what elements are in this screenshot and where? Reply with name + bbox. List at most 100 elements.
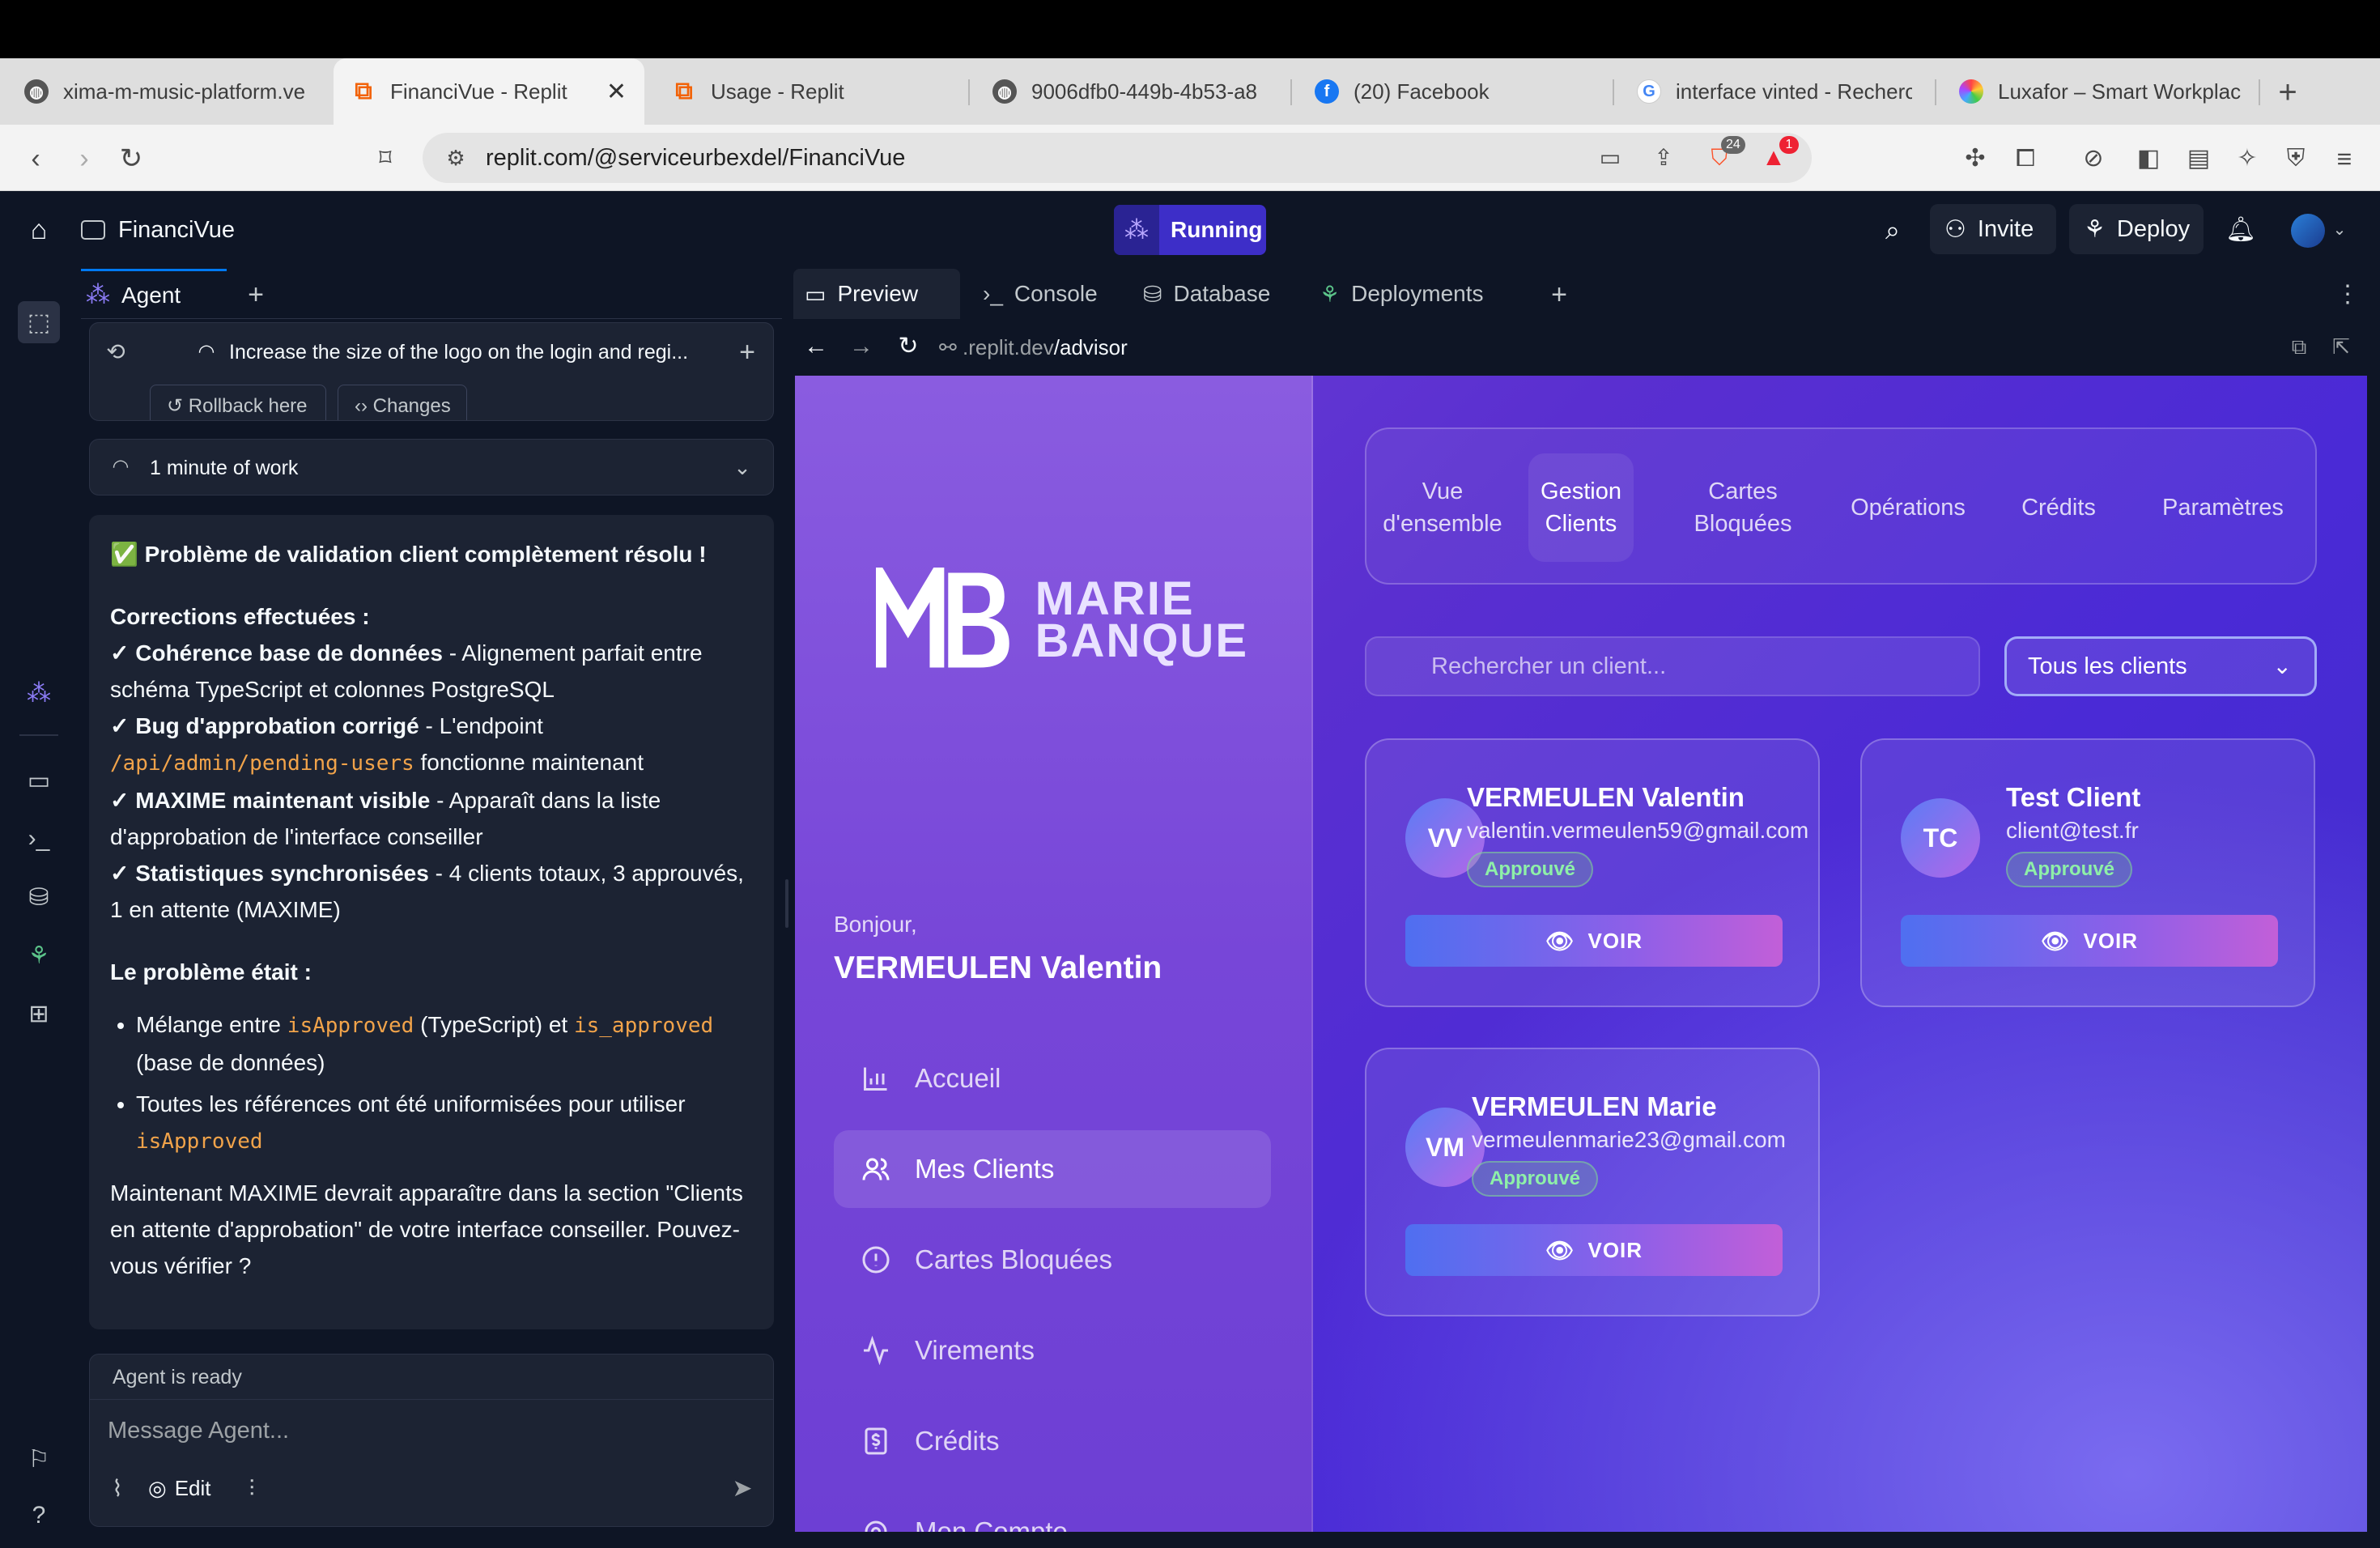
voir-button[interactable]: 👁︎ VOIR bbox=[1405, 915, 1783, 967]
rollback-button[interactable]: ↺ Rollback here bbox=[150, 385, 326, 420]
extensions-icon[interactable]: ✣ bbox=[1959, 144, 1991, 173]
whats-new-icon[interactable]: ⚐ bbox=[18, 1438, 60, 1480]
message-input[interactable]: Message Agent... bbox=[108, 1408, 755, 1453]
reload-icon[interactable]: ↻ bbox=[115, 144, 147, 173]
browser-tab[interactable]: ⧉ Usage - Replit bbox=[672, 58, 947, 125]
voir-button[interactable]: 👁︎ VOIR bbox=[1901, 915, 2278, 967]
sidebar-item-virements[interactable]: Virements bbox=[834, 1312, 1271, 1389]
activity-icon bbox=[864, 1336, 888, 1365]
rewards-badge: 1 bbox=[1779, 136, 1799, 154]
new-chat-icon[interactable]: + bbox=[731, 336, 763, 368]
tab-operations[interactable]: Opérations bbox=[1839, 429, 1977, 586]
search-icon[interactable]: ⌕ bbox=[1876, 215, 1909, 245]
tab-line: Cartes bbox=[1708, 478, 1778, 504]
correction-item: ✓ Cohérence base de données - Alignement… bbox=[110, 635, 753, 708]
console-icon[interactable]: ›_ bbox=[18, 818, 60, 860]
menu-icon[interactable]: ≡ bbox=[2328, 144, 2361, 173]
preview-icon[interactable]: ▭ bbox=[18, 759, 60, 802]
deployments-icon[interactable]: ⚘ bbox=[18, 934, 60, 976]
rollback-label: Rollback here bbox=[188, 395, 308, 417]
agent-icon[interactable]: ⁂ bbox=[18, 672, 60, 714]
tab-agent[interactable]: ⁂ Agent bbox=[81, 269, 227, 319]
database-icon[interactable]: ⛁ bbox=[18, 876, 60, 918]
edit-mode-button[interactable]: ◎ Edit bbox=[148, 1471, 211, 1505]
new-tab-icon[interactable]: + bbox=[2272, 76, 2304, 108]
browser-tab[interactable]: G interface vinted - Recherch bbox=[1637, 58, 1912, 125]
forward-icon[interactable]: → bbox=[847, 332, 876, 361]
settings-sliders-icon[interactable]: ⫶ bbox=[237, 1474, 266, 1503]
gauge-icon: ◠ bbox=[198, 341, 215, 363]
tab-database[interactable]: ⛁ Database bbox=[1132, 269, 1302, 319]
speedreader-icon[interactable]: ⊘ bbox=[2077, 144, 2110, 173]
chevron-down-icon[interactable]: ⌄ bbox=[729, 454, 755, 480]
cast-icon[interactable]: ▭ bbox=[1596, 144, 1624, 172]
files-toggle-icon[interactable]: ⬚ bbox=[18, 301, 60, 343]
sidebar-icon[interactable]: ◧ bbox=[2132, 144, 2165, 173]
new-tab-icon[interactable]: + bbox=[1543, 279, 1575, 311]
leo-ai-icon[interactable]: ✧ bbox=[2231, 144, 2263, 173]
tab-vue-ensemble[interactable]: Vue d'ensemble bbox=[1375, 429, 1511, 586]
browser-tab[interactable]: f (20) Facebook bbox=[1315, 58, 1590, 125]
tab-preview[interactable]: ▭ Preview bbox=[793, 269, 960, 319]
wallet-icon[interactable]: ▤ bbox=[2182, 144, 2215, 173]
back-icon[interactable]: ‹ bbox=[19, 144, 52, 173]
share-icon[interactable]: ⇪ bbox=[1650, 144, 1677, 172]
tab-console[interactable]: ›_ Console bbox=[971, 269, 1125, 319]
sidebar-item-mon-compte[interactable]: Mon Compte bbox=[834, 1493, 1271, 1532]
browser-tab[interactable]: Luxafor – Smart Workplac bbox=[1959, 58, 2242, 125]
tab-parametres[interactable]: Paramètres bbox=[2142, 429, 2304, 586]
client-search-input[interactable]: Rechercher un client... bbox=[1365, 636, 1980, 696]
project-title[interactable]: FinanciVue bbox=[81, 209, 283, 251]
forward-icon[interactable]: › bbox=[68, 144, 100, 173]
run-button[interactable]: ⁂ Running bbox=[1114, 205, 1266, 255]
notifications-icon[interactable]: 🔔︎ bbox=[2225, 215, 2257, 245]
chevron-down-icon[interactable]: ⌄ bbox=[2330, 220, 2349, 240]
devices-icon[interactable]: ⧉ bbox=[2284, 332, 2314, 361]
inline-code: isApproved bbox=[287, 1014, 414, 1038]
browser-tab[interactable]: ◍ xima-m-music-platform.ve bbox=[24, 58, 316, 125]
avatar[interactable] bbox=[2291, 214, 2325, 248]
attach-icon[interactable]: ⌇ bbox=[103, 1474, 132, 1503]
screenshot-icon[interactable]: ⧠ bbox=[2009, 144, 2042, 173]
deploy-button[interactable]: ⚘ Deploy bbox=[2069, 204, 2204, 254]
sidebar-item-credits[interactable]: Crédits bbox=[834, 1402, 1271, 1480]
back-icon[interactable]: ← bbox=[801, 332, 831, 361]
changes-button[interactable]: ‹› Changes bbox=[338, 385, 467, 420]
history-title[interactable]: Increase the size of the logo on the log… bbox=[229, 323, 688, 381]
bookmark-icon[interactable]: ⌑ bbox=[369, 144, 402, 173]
history-icon[interactable]: ⟲ bbox=[101, 338, 130, 367]
tab-cartes-bloquees[interactable]: Cartes Bloquées bbox=[1674, 429, 1812, 586]
tab-text: Cartes Bloquées bbox=[1694, 475, 1792, 540]
site-settings-icon[interactable]: ⚙ bbox=[442, 144, 470, 172]
open-new-window-icon[interactable]: ⇱ bbox=[2327, 332, 2356, 361]
sidebar-item-accueil[interactable]: Accueil bbox=[834, 1040, 1271, 1117]
all-tools-icon[interactable]: ⊞ bbox=[18, 993, 60, 1035]
tab-credits[interactable]: Crédits bbox=[1998, 429, 2119, 586]
new-tab-icon[interactable]: + bbox=[240, 279, 272, 311]
sidebar-item-cartes-bloquees[interactable]: Cartes Bloquées bbox=[834, 1221, 1271, 1299]
problem-heading: Le problème était : bbox=[110, 959, 312, 985]
tab-deployments[interactable]: ⚘ Deployments bbox=[1308, 269, 1511, 319]
browser-tab-active[interactable]: ⧉ FinanciVue - Replit ✕ bbox=[334, 58, 644, 125]
tab-gestion-clients[interactable]: Gestion Clients bbox=[1528, 453, 1634, 562]
brand-logo[interactable]: MARIE BANQUE bbox=[876, 565, 1248, 675]
client-card: VM VERMEULEN Marie vermeulenmarie23@gmai… bbox=[1365, 1048, 1820, 1316]
help-icon[interactable]: ? bbox=[18, 1495, 60, 1537]
send-icon[interactable]: ➤ bbox=[726, 1473, 759, 1505]
more-options-icon[interactable]: ⋮ bbox=[2331, 279, 2364, 311]
client-filter-select[interactable]: Tous les clients ⌄ bbox=[2004, 636, 2317, 696]
address-field[interactable]: ⚙ replit.com/@serviceurbexdel/FinanciVue… bbox=[423, 133, 1812, 183]
browser-tab[interactable]: ◍ 9006dfb0-449b-4b53-a8 bbox=[992, 58, 1268, 125]
invite-button[interactable]: ⚇ Invite bbox=[1930, 204, 2056, 254]
reload-icon[interactable]: ↻ bbox=[894, 332, 923, 361]
voir-button[interactable]: 👁︎ VOIR bbox=[1405, 1224, 1783, 1276]
home-icon[interactable]: ⌂ bbox=[23, 215, 55, 245]
preview-url[interactable]: ⚯ .replit.dev/advisor bbox=[939, 327, 2234, 368]
sidebar-item-mes-clients[interactable]: Mes Clients bbox=[834, 1130, 1271, 1208]
panel-resize-handle[interactable] bbox=[785, 879, 788, 928]
sidebar-item-label: Virements bbox=[915, 1335, 1035, 1365]
close-tab-icon[interactable]: ✕ bbox=[606, 78, 627, 106]
tab-label: Console bbox=[1014, 281, 1098, 306]
work-summary[interactable]: ◠ 1 minute of work ⌄ bbox=[89, 439, 774, 495]
vpn-icon[interactable]: ⛨ bbox=[2280, 144, 2312, 173]
